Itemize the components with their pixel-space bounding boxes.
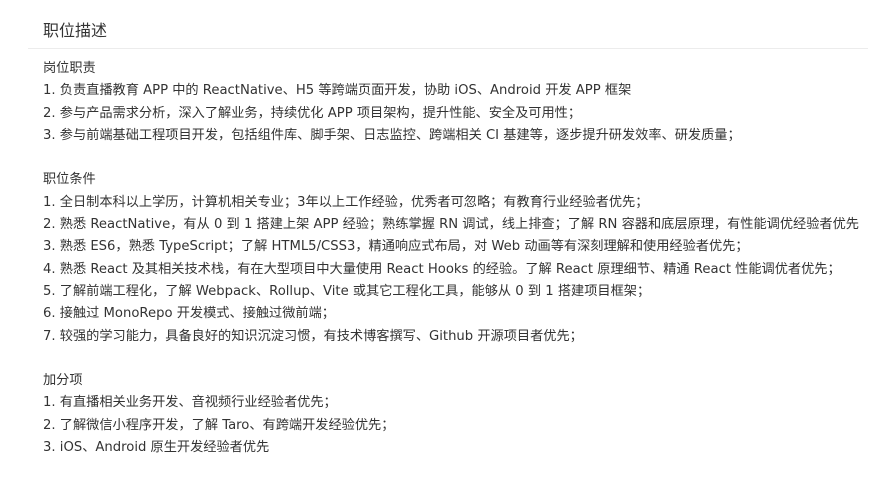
list-item: 6. 接触过 MonoRepo 开发模式、接触过微前端； — [43, 306, 335, 322]
list-item: 4. 熟悉 React 及其相关技术栈，有在大型项目中大量使用 React Ho… — [43, 261, 841, 277]
list-item: 7. 较强的学习能力，具备良好的知识沉淀习惯，有技术博客撰写、Github 开源… — [43, 328, 583, 344]
list-item: 1. 有直播相关业务开发、音视频行业经验者优先； — [43, 395, 337, 411]
list-item: 1. 负责直播教育 APP 中的 ReactNative、H5 等跨端页面开发，… — [43, 83, 632, 99]
responsibilities-group: 岗位职责 1. 负责直播教育 APP 中的 ReactNative、H5 等跨端… — [43, 58, 863, 147]
bonus-group: 加分项 1. 有直播相关业务开发、音视频行业经验者优先； 2. 了解微信小程序开… — [43, 370, 863, 459]
section-title: 职位描述 — [43, 21, 108, 40]
group-title: 加分项 — [43, 373, 83, 389]
list-item: 3. 参与前端基础工程项目开发，包括组件库、脚手架、日志监控、跨端相关 CI 基… — [43, 127, 741, 143]
group-title: 岗位职责 — [43, 61, 96, 76]
list-item: 2. 熟悉 ReactNative，有从 0 到 1 搭建上架 APP 经验；熟… — [43, 217, 859, 233]
group-title: 职位条件 — [43, 172, 96, 188]
list-item: 2. 了解微信小程序开发，了解 Taro、有跨端开发经验优先； — [43, 417, 395, 433]
requirements-group: 职位条件 1. 全日制本科以上学历，计算机相关专业；3年以上工作经验，优秀者可忽… — [43, 169, 863, 347]
list-item: 5. 了解前端工程化，了解 Webpack、Rollup、Vite 或其它工程化… — [43, 283, 651, 299]
list-item: 2. 参与产品需求分析，深入了解业务，持续优化 APP 项目架构，提升性能、安全… — [43, 105, 582, 121]
job-description-card: 职位描述 岗位职责 1. 负责直播教育 APP 中的 ReactNative、H… — [0, 0, 894, 489]
list-item: 3. 熟悉 ES6，熟悉 TypeScript；了解 HTML5/CSS3，精通… — [43, 239, 749, 255]
list-item: 3. iOS、Android 原生开发经验者优先 — [43, 440, 270, 456]
section-header: 职位描述 — [28, 10, 868, 49]
job-description-content: 岗位职责 1. 负责直播教育 APP 中的 ReactNative、H5 等跨端… — [43, 58, 863, 459]
list-item: 1. 全日制本科以上学历，计算机相关专业；3年以上工作经验，优秀者可忽略；有教育… — [43, 194, 649, 210]
